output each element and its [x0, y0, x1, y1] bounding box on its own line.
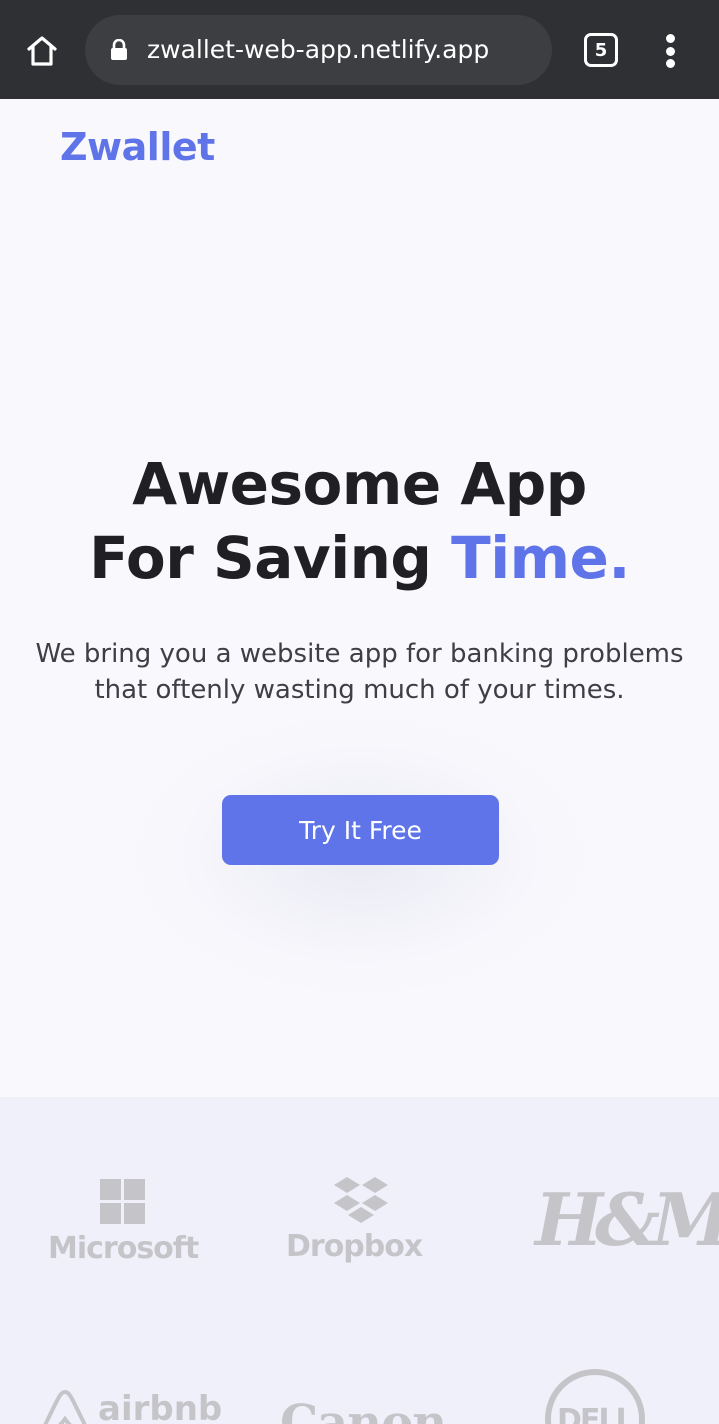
dell-logo-text: DELL: [557, 1403, 635, 1424]
windows-icon: [100, 1179, 145, 1224]
hero-title-line1: Awesome App: [132, 450, 587, 518]
hero-title: Awesome App For Saving Time.: [0, 447, 719, 595]
microsoft-logo-text: Microsoft: [48, 1231, 199, 1266]
partners-section: Microsoft Dropbox H&M airbnb Canon DELL: [0, 1097, 719, 1424]
address-url: zwallet-web-app.netlify.app: [147, 35, 490, 64]
canon-logo: Canon: [280, 1395, 447, 1424]
dropbox-logo-text: Dropbox: [286, 1229, 423, 1264]
hero-title-line2: For Saving Time.: [0, 521, 719, 595]
hero-subtitle-line2: that oftenly wasting much of your times.: [94, 675, 625, 705]
microsoft-logo: Microsoft: [48, 1179, 203, 1274]
try-it-free-button[interactable]: Try It Free: [222, 795, 499, 865]
dropbox-icon: [334, 1177, 388, 1223]
dell-logo: DELL: [545, 1369, 645, 1424]
browser-toolbar: zwallet-web-app.netlify.app 5: [0, 0, 719, 99]
hero-title-accent: Time.: [451, 524, 630, 592]
airbnb-icon: [43, 1389, 87, 1424]
hero-subtitle: We bring you a website app for banking p…: [0, 636, 719, 708]
brand-logo[interactable]: Zwallet: [60, 125, 215, 169]
home-icon[interactable]: [20, 30, 64, 72]
tabs-icon[interactable]: 5: [584, 33, 618, 67]
hm-logo: H&M: [535, 1177, 719, 1262]
hero-subtitle-line1: We bring you a website app for banking p…: [35, 639, 684, 669]
more-vertical-icon[interactable]: [660, 34, 682, 68]
airbnb-logo: airbnb: [40, 1389, 223, 1424]
lock-icon: [111, 39, 127, 60]
hero-title-prefix: For Saving: [89, 524, 452, 592]
dropbox-logo: Dropbox: [283, 1177, 438, 1272]
address-bar[interactable]: zwallet-web-app.netlify.app: [85, 15, 552, 85]
airbnb-logo-text: airbnb: [98, 1389, 223, 1424]
